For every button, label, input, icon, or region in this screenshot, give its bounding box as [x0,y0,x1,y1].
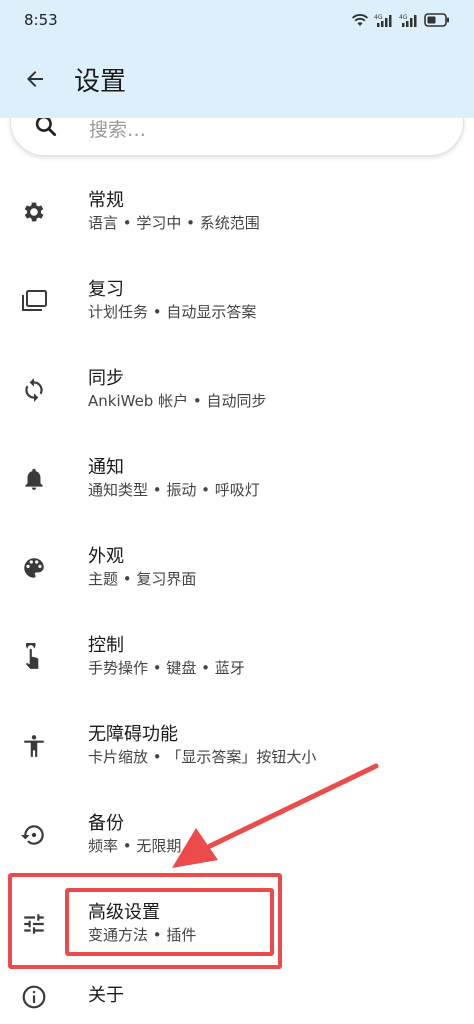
settings-list: 搜索… 常规 语言 • 学习中 • 系统范围 复习 计划任务 • 自动显示答案 … [0,118,474,1024]
status-bar: 8:53 4G 4G [0,0,474,40]
arrow-back-icon [27,71,43,87]
page-title: 设置 [74,66,127,97]
wifi-icon [351,14,369,26]
back-button[interactable] [20,64,50,94]
svg-text:4G: 4G [399,14,408,21]
signal-4g-icon-2: 4G [399,14,417,27]
svg-text:4G: 4G [374,14,383,21]
annotation-arrow [172,763,379,868]
app-bar: 设置 [0,40,474,118]
status-icons: 4G 4G [351,13,450,27]
battery-icon [424,13,449,27]
signal-4g-icon: 4G [374,14,392,27]
status-time: 8:53 [24,11,58,29]
